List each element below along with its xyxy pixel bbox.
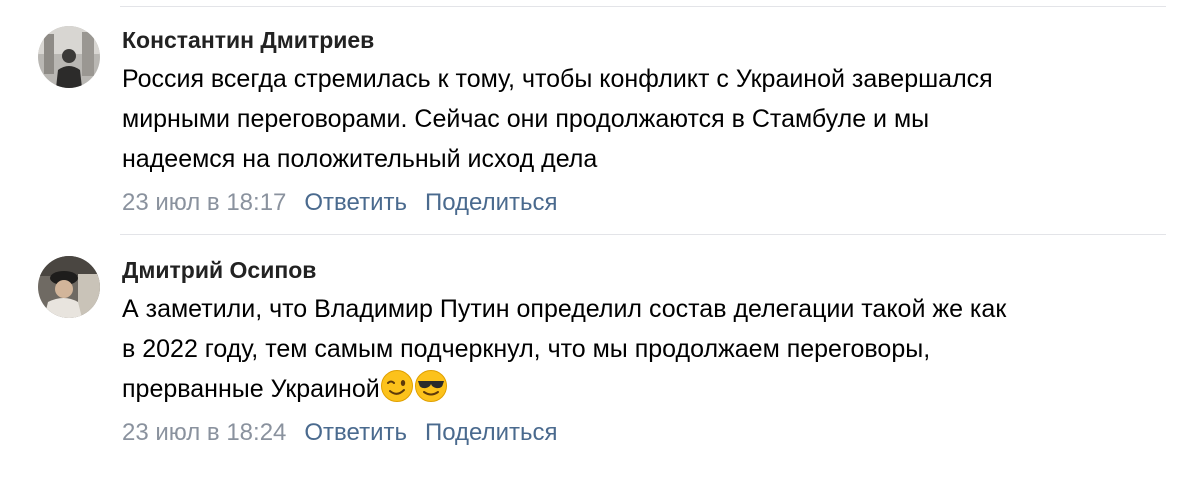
comment-divider [120, 234, 1166, 235]
avatar[interactable] [38, 26, 100, 88]
reply-button[interactable]: Ответить [304, 419, 407, 446]
comment-text: А заметили, что Владимир Путин определил… [122, 289, 1172, 409]
comment-author[interactable]: Дмитрий Осипов [122, 256, 316, 284]
share-button[interactable]: Поделиться [425, 419, 558, 446]
reply-button[interactable]: Ответить [304, 189, 407, 216]
share-button[interactable]: Поделиться [425, 189, 558, 216]
comment-meta: 23 июл в 18:24 Ответить Поделиться [122, 418, 1172, 448]
top-divider [120, 6, 1166, 7]
comment-date[interactable]: 23 июл в 18:17 [122, 189, 286, 216]
avatar[interactable] [38, 256, 100, 318]
comment-text: Россия всегда стремилась к тому, чтобы к… [122, 65, 993, 173]
winking-face-emoji [380, 369, 414, 403]
comment-date[interactable]: 23 июл в 18:24 [122, 419, 286, 446]
smiling-face-with-sunglasses-emoji [414, 369, 448, 403]
comment: Константин Дмитриев Россия всегда стреми… [0, 22, 1200, 232]
comment: Дмитрий Осипов А заметили, что Владимир … [0, 252, 1200, 472]
comment-meta: 23 июл в 18:17 Ответить Поделиться [122, 188, 1172, 218]
comment-author[interactable]: Константин Дмитриев [122, 26, 374, 54]
comment-text-body: А заметили, что Владимир Путин определил… [122, 295, 1007, 403]
